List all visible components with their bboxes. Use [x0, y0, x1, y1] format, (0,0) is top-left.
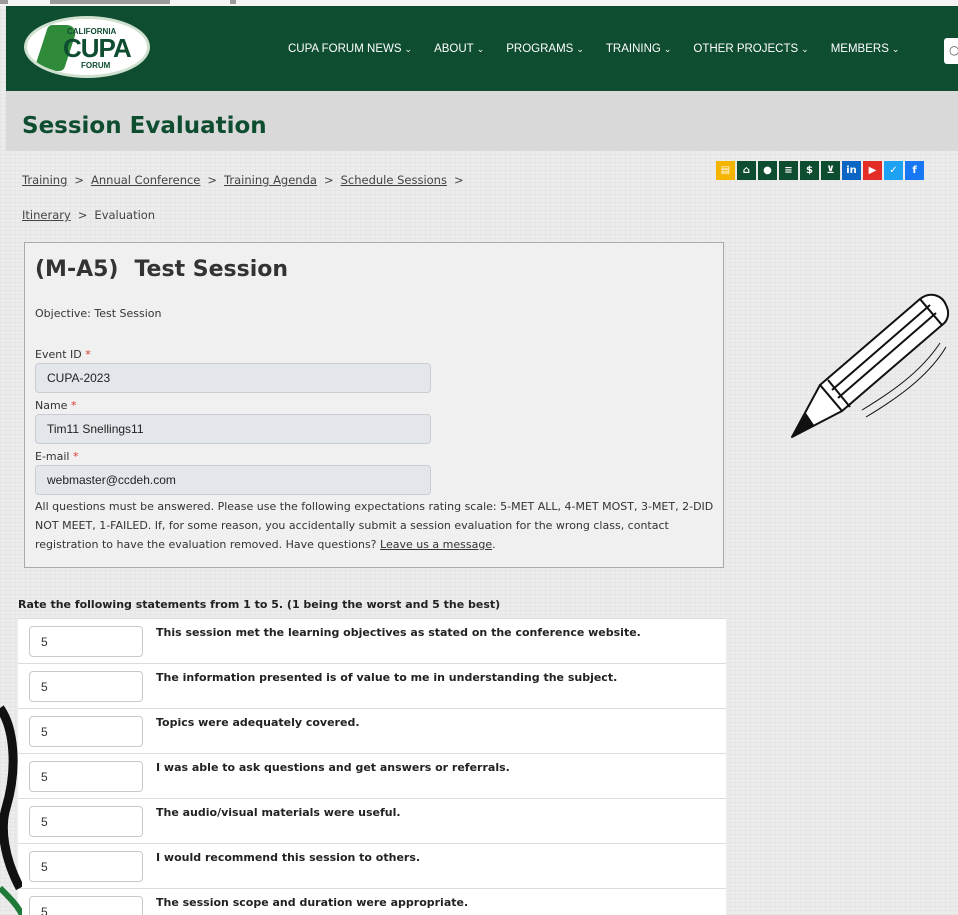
breadcrumb-separator: > [77, 208, 88, 222]
name-field[interactable]: Tim11 Snellings11 [35, 414, 431, 444]
site-header: CALIFORNIA CUPA FORUM CUPA FORUM NEWS ⌄ A… [6, 6, 958, 91]
top-strip-mark [50, 0, 170, 4]
event-id-field[interactable]: CUPA-2023 [35, 363, 431, 393]
name-label-text: Name [35, 399, 68, 412]
rating-input[interactable]: 5 [29, 896, 143, 915]
cupa-forum-logo[interactable]: CALIFORNIA CUPA FORUM [24, 16, 150, 78]
rating-row: 5 I was able to ask questions and get ans… [18, 753, 726, 798]
breadcrumb-link-schedule-sessions[interactable]: Schedule Sessions [341, 173, 447, 187]
decorative-swirl [0, 705, 22, 915]
rating-statement: Topics were adequately covered. [156, 716, 360, 729]
leave-message-link[interactable]: Leave us a message [380, 538, 492, 551]
nav-item-about[interactable]: ABOUT ⌄ [434, 43, 484, 55]
rating-statement: The session scope and duration were appr… [156, 896, 469, 909]
instructions-end: . [492, 538, 496, 551]
rating-heading: Rate the following statements from 1 to … [18, 598, 501, 611]
breadcrumb-link-itinerary[interactable]: Itinerary [22, 208, 71, 222]
search-input[interactable]: ○ [944, 38, 958, 64]
session-code: (M-A5) [35, 257, 119, 282]
nav-item-label: OTHER PROJECTS [693, 43, 799, 55]
rating-input[interactable]: 5 [29, 716, 143, 747]
rating-row: 5 Topics were adequately covered. [18, 708, 726, 753]
chevron-down-icon: ⌄ [801, 44, 809, 54]
youtube-icon[interactable]: ▶ [863, 161, 882, 180]
logo-main-text: CUPA [63, 33, 132, 63]
nav-item-other-projects[interactable]: OTHER PROJECTS ⌄ [693, 43, 808, 55]
rating-input[interactable]: 5 [29, 806, 143, 837]
social-icon-bar: ▤ ⌂ ● ≡ $ ⊻ in ▶ ✓ f [716, 161, 926, 180]
top-strip-mark [230, 0, 236, 4]
breadcrumb-link-annual-conference[interactable]: Annual Conference [91, 173, 200, 187]
top-strip-mark [0, 0, 8, 4]
cart-icon[interactable]: ⊻ [821, 161, 840, 180]
required-marker: * [85, 348, 91, 361]
rating-statement: I would recommend this session to others… [156, 851, 421, 864]
required-marker: * [70, 399, 77, 412]
main-nav: CUPA FORUM NEWS ⌄ ABOUT ⌄ PROGRAMS ⌄ TRAINI… [288, 43, 921, 55]
chevron-down-icon: ⌄ [476, 44, 485, 54]
nav-item-label: TRAINING [605, 43, 661, 55]
nav-item-cupa-forum-news[interactable]: CUPA FORUM NEWS ⌄ [288, 43, 412, 55]
rating-input[interactable]: 5 [29, 851, 143, 882]
breadcrumb-current: Evaluation [94, 208, 156, 222]
calendar-icon[interactable]: ▤ [716, 161, 735, 180]
list-icon[interactable]: ≡ [779, 161, 798, 180]
user-icon[interactable]: ● [758, 161, 777, 180]
rating-instructions: All questions must be answered. Please u… [35, 497, 715, 554]
rating-input[interactable]: 5 [29, 671, 143, 702]
session-title: (M-A5) Test Session [35, 257, 288, 282]
breadcrumb-separator: > [323, 173, 334, 187]
breadcrumb-separator: > [207, 173, 218, 187]
rating-row: 5 The information presented is of value t… [18, 663, 726, 708]
session-evaluation-panel: (M-A5) Test Session Objective: Test Sessi… [24, 242, 724, 568]
name-label: Name * [35, 399, 76, 412]
nav-item-training[interactable]: TRAINING ⌄ [606, 43, 672, 55]
logo-bottom-text: FORUM [81, 61, 111, 70]
breadcrumb-link-training-agenda[interactable]: Training Agenda [224, 173, 317, 187]
rating-row: 5 The session scope and duration were app… [18, 888, 726, 915]
chevron-down-icon: ⌄ [576, 44, 584, 54]
rating-statement: I was able to ask questions and get answ… [156, 761, 510, 774]
rating-row: 5 I would recommend this session to other… [18, 843, 726, 888]
nav-item-programs[interactable]: PROGRAMS ⌄ [506, 43, 584, 55]
breadcrumb-separator: > [453, 173, 464, 187]
nav-item-label: MEMBERS [830, 43, 889, 55]
dollar-icon[interactable]: $ [800, 161, 819, 180]
pencil-icon [791, 293, 950, 438]
email-label-text: E-mail [35, 450, 70, 463]
chevron-down-icon: ⌄ [404, 44, 413, 54]
email-field[interactable]: webmaster@ccdeh.com [35, 465, 431, 495]
nav-item-label: CUPA FORUM NEWS [288, 43, 402, 55]
chevron-down-icon: ⌄ [663, 44, 672, 54]
search-icon: ○ [949, 43, 958, 57]
breadcrumb: Training > Annual Conference > Training Agen… [22, 163, 542, 233]
chevron-down-icon: ⌄ [891, 44, 900, 54]
rating-statement: This session met the learning objectives… [156, 626, 641, 639]
page-title: Session Evaluation [22, 113, 267, 139]
rating-statement: The audio/visual materials were useful. [156, 806, 401, 819]
email-label: E-mail * [35, 450, 79, 463]
event-id-label-text: Event ID [35, 348, 82, 361]
rating-row: 5 This session met the learning objective… [18, 618, 726, 663]
instructions-text: All questions must be answered. Please u… [35, 500, 714, 551]
facebook-icon[interactable]: f [905, 161, 924, 180]
breadcrumb-link-training[interactable]: Training [22, 173, 67, 187]
rating-row: 5 The audio/visual materials were useful. [18, 798, 726, 843]
rating-table: 5 This session met the learning objective… [18, 618, 726, 915]
session-objective: Objective: Test Session [35, 307, 162, 320]
required-marker: * [73, 450, 79, 463]
nav-item-label: ABOUT [434, 43, 474, 55]
title-band: Session Evaluation [6, 91, 958, 151]
home-icon[interactable]: ⌂ [737, 161, 756, 180]
session-name: Test Session [134, 257, 289, 282]
rating-statement: The information presented is of value to… [156, 671, 618, 684]
breadcrumb-separator: > [74, 173, 85, 187]
rating-input[interactable]: 5 [29, 761, 143, 792]
rating-input[interactable]: 5 [29, 626, 143, 657]
linkedin-icon[interactable]: in [842, 161, 861, 180]
twitter-icon[interactable]: ✓ [884, 161, 903, 180]
nav-item-members[interactable]: MEMBERS ⌄ [831, 43, 900, 55]
event-id-label: Event ID * [35, 348, 91, 361]
nav-item-label: PROGRAMS [506, 43, 574, 55]
